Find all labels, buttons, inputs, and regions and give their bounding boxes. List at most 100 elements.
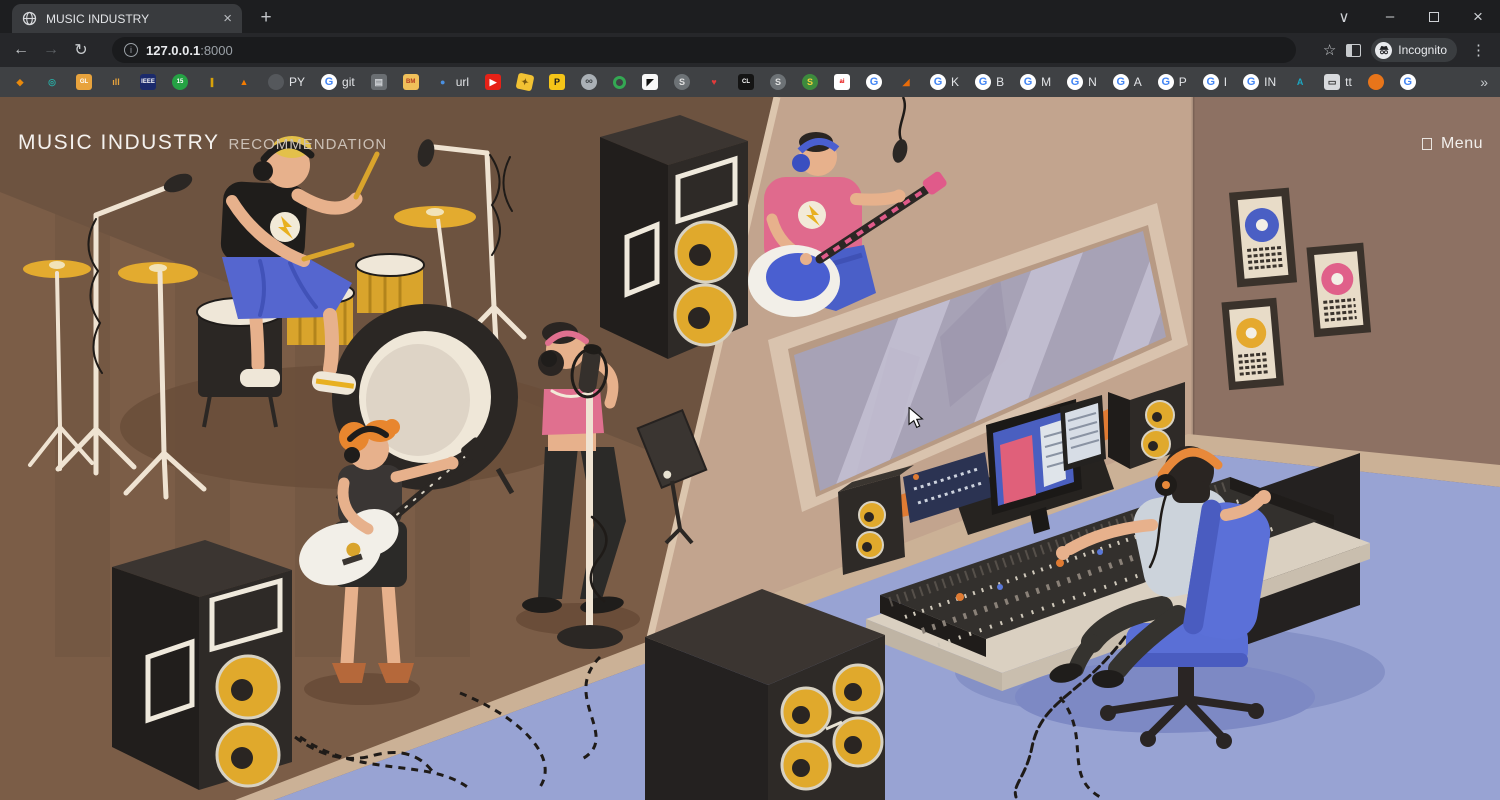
bookmark-star-icon[interactable]: ☆ xyxy=(1323,41,1336,59)
bookmark-item[interactable]: ◢ xyxy=(898,74,914,90)
bookmark-item[interactable]: G xyxy=(866,74,882,90)
bookmark-item[interactable]: ● url xyxy=(435,74,469,90)
heart-icon: ♥ xyxy=(706,74,722,90)
bookmark-label: M xyxy=(1041,75,1051,89)
address-bar[interactable]: i 127.0.0.1:8000 xyxy=(112,37,1296,63)
page-content: MUSIC INDUSTRY RECOMMENDATION Menu xyxy=(0,97,1500,800)
ring-logo-icon: ◎ xyxy=(44,74,60,90)
browser-tab[interactable]: MUSIC INDUSTRY × xyxy=(12,4,242,33)
bookmark-item[interactable]: S xyxy=(770,74,786,90)
forward-icon[interactable]: → xyxy=(36,41,66,59)
airtel-icon: ai xyxy=(834,74,850,90)
bookmark-item[interactable]: ◤ xyxy=(642,74,658,90)
bookmark-item[interactable] xyxy=(613,76,626,89)
google-icon: G xyxy=(1020,74,1036,90)
bookmark-item[interactable]: BM xyxy=(403,74,419,90)
bookmarks-overflow-icon[interactable]: » xyxy=(1480,74,1488,90)
bookmark-item[interactable]: GI xyxy=(1203,74,1227,90)
browser-toolbar: ← → ↻ i 127.0.0.1:8000 ☆ Incognito ⋮ xyxy=(0,33,1500,67)
bookmark-item[interactable]: ▭tt xyxy=(1324,74,1352,90)
bookmark-item[interactable]: A xyxy=(1292,74,1308,90)
s-badge-icon: S xyxy=(674,74,690,90)
tab-search-icon[interactable]: ∨ xyxy=(1322,0,1366,33)
globe-favicon-icon xyxy=(22,11,37,26)
url-text[interactable]: 127.0.0.1:8000 xyxy=(146,43,233,58)
bookmark-item[interactable]: Ggit xyxy=(321,74,355,90)
url-host: 127.0.0.1 xyxy=(146,43,200,58)
tab-strip: MUSIC INDUSTRY × + ∨ – × xyxy=(0,0,1500,33)
bookmark-item[interactable]: ∥ xyxy=(204,74,220,90)
gitlab-icon: GL xyxy=(76,74,92,90)
incognito-label: Incognito xyxy=(1398,43,1447,57)
incognito-icon xyxy=(1375,42,1392,59)
new-tab-button[interactable]: + xyxy=(252,4,280,32)
bookmark-item[interactable]: GM xyxy=(1020,74,1051,90)
bookmark-item[interactable]: ♥ xyxy=(706,74,722,90)
bookmark-label: PY xyxy=(289,75,305,89)
back-icon[interactable]: ← xyxy=(6,41,36,59)
bookmark-item[interactable]: ▶ xyxy=(485,74,501,90)
bird-icon: ◤ xyxy=(642,74,658,90)
youtube-icon: ▶ xyxy=(485,74,501,90)
bookmark-item[interactable] xyxy=(1368,74,1384,90)
bookmark-item[interactable]: ◎ xyxy=(44,74,60,90)
minimize-button[interactable]: – xyxy=(1368,0,1412,33)
bookmark-item[interactable]: IEEE xyxy=(140,74,156,90)
bookmark-item[interactable]: P xyxy=(549,74,565,90)
bookmark-item[interactable]: ▤ xyxy=(371,74,387,90)
bookmark-item[interactable]: ▲ xyxy=(236,74,252,90)
close-button[interactable]: × xyxy=(1456,0,1500,33)
bookmark-label: A xyxy=(1134,75,1142,89)
bookmyshow-icon: BM xyxy=(403,74,419,90)
analytics-bars-icon: ıll xyxy=(108,74,124,90)
bookmark-item[interactable]: GL xyxy=(76,74,92,90)
incognito-glasses-icon: oo xyxy=(581,74,597,90)
google-icon: G xyxy=(1113,74,1129,90)
bookmark-item[interactable]: ıll xyxy=(108,74,124,90)
bookmark-item[interactable]: G xyxy=(1400,74,1416,90)
whatsapp-count-icon: 15 xyxy=(172,74,188,90)
bookmark-item[interactable]: GN xyxy=(1067,74,1097,90)
menu-kebab-icon[interactable]: ⋮ xyxy=(1467,41,1490,59)
bookmark-label: IN xyxy=(1264,75,1276,89)
product-hunt-icon: P xyxy=(549,74,565,90)
green-ring-icon xyxy=(613,76,626,89)
maximize-button[interactable] xyxy=(1412,0,1456,33)
mountain-icon: A xyxy=(1292,74,1308,90)
google-icon: G xyxy=(1400,74,1416,90)
bookmark-item[interactable]: S xyxy=(674,74,690,90)
bookmark-item[interactable]: CL xyxy=(738,74,754,90)
tab-close-icon[interactable]: × xyxy=(223,11,232,26)
sticker-icon: ✦ xyxy=(516,73,535,92)
reload-icon[interactable]: ↻ xyxy=(66,40,96,60)
bookmark-item[interactable]: PY xyxy=(268,74,305,90)
bookmark-item[interactable]: 15 xyxy=(172,74,188,90)
analytics-triangle-icon: ▲ xyxy=(236,74,252,90)
site-info-icon[interactable]: i xyxy=(124,43,138,57)
bookmark-item[interactable]: ✦ xyxy=(517,74,533,90)
google-icon: G xyxy=(1158,74,1174,90)
cloud-icon: ● xyxy=(435,74,451,90)
url-port: :8000 xyxy=(200,43,233,58)
craigslist-icon: CL xyxy=(738,74,754,90)
monitor-icon: ▭ xyxy=(1324,74,1340,90)
google-icon: G xyxy=(1243,74,1259,90)
bookmark-item[interactable]: ◆ xyxy=(12,74,28,90)
tab-title: MUSIC INDUSTRY xyxy=(46,12,214,26)
bookmark-label: url xyxy=(456,75,469,89)
side-panel-icon[interactable] xyxy=(1346,44,1361,57)
tall-speaker-top xyxy=(600,115,748,359)
bookmark-item[interactable]: ai xyxy=(834,74,850,90)
google-icon: G xyxy=(930,74,946,90)
bookmark-item[interactable]: oo xyxy=(581,74,597,90)
ieee-icon: IEEE xyxy=(140,74,156,90)
bookmark-item[interactable]: GA xyxy=(1113,74,1142,90)
menu-button[interactable]: Menu xyxy=(1422,135,1483,153)
bookmark-item[interactable]: GK xyxy=(930,74,959,90)
google-icon: G xyxy=(1067,74,1083,90)
bookmark-item[interactable]: GB xyxy=(975,74,1004,90)
bookmark-item[interactable]: S xyxy=(802,74,818,90)
bookmark-item[interactable]: G IN xyxy=(1243,74,1276,90)
bookmark-item[interactable]: GP xyxy=(1158,74,1187,90)
google-icon: G xyxy=(321,74,337,90)
